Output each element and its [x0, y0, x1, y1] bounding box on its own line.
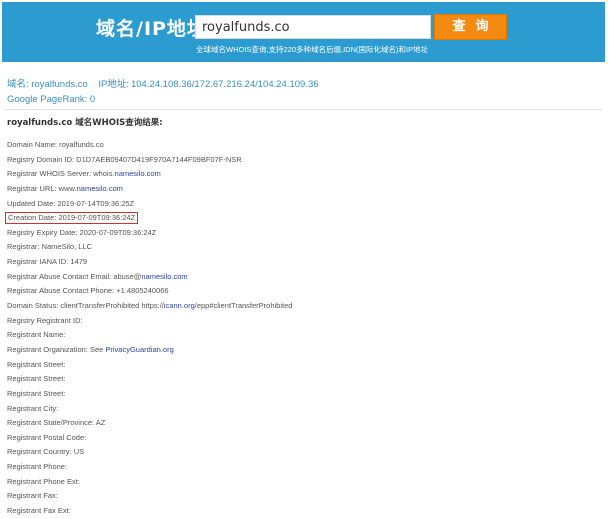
whois-record-text: Registrant Phone Ext:	[7, 476, 80, 486]
whois-record-row: Registrar Abuse Contact Phone: +1.480524…	[7, 284, 292, 299]
whois-record-text: Domain Status: clientTransferProhibited …	[7, 301, 164, 311]
whois-record-text: Domain Name: royalfunds.co	[7, 140, 104, 149]
whois-record-text: Registrar Abuse Contact Email: abuse@	[7, 271, 142, 281]
whois-record-link[interactable]: icann.org	[164, 301, 195, 310]
whois-record-text: Registrant Name:	[7, 330, 66, 340]
whois-record-text: Registry Registrant ID:	[7, 315, 83, 325]
query-button[interactable]: 查询	[434, 14, 507, 40]
whois-record-row: Registrant Phone Ext:	[7, 475, 292, 490]
whois-record-row: Registrant Fax Ext:	[7, 504, 292, 519]
whois-record-row: Registrar WHOIS Server: whois.namesilo.c…	[7, 167, 292, 182]
whois-record-row: Registrar Abuse Contact Email: abuse@nam…	[7, 270, 292, 285]
whois-record-row: Registrant Fax:	[7, 489, 292, 504]
whois-record-row: Registry Expiry Date: 2020-07-09T09:36:2…	[7, 226, 292, 241]
domain-label: 域名:	[7, 79, 29, 90]
whois-record-link[interactable]: namesilo.com	[115, 169, 161, 178]
whois-record-text: Registry Expiry Date: 2020-07-09T09:36:2…	[7, 227, 157, 237]
whois-record-text: Registrar Abuse Contact Phone: +1.480524…	[7, 286, 169, 296]
whois-record-link[interactable]: namesilo.com	[141, 272, 187, 281]
whois-record-link[interactable]: namesilo.com	[77, 184, 123, 193]
whois-record-row: Registry Domain ID: D1D7AEB09407D419F970…	[7, 153, 292, 168]
divider	[4, 109, 602, 110]
whois-record-row: Registrant Street:	[7, 372, 292, 387]
whois-record-text: Registrant Postal Code:	[7, 432, 87, 442]
ip-value[interactable]: 104.24.108.36/172.67.216.24/104.24.109.3…	[131, 79, 319, 90]
whois-record-text: Registrant Organization: See	[7, 344, 106, 354]
whois-record-row: Domain Name: royalfunds.co	[7, 138, 292, 153]
whois-record-row: Registrant State/Province: AZ	[7, 416, 292, 431]
whois-record-row: Creation Date: 2019-07-09T09:36:24Z	[5, 211, 292, 226]
creation-date-highlighted: Creation Date: 2019-07-09T09:36:24Z	[5, 212, 139, 225]
domain-value: royalfunds.co	[31, 79, 88, 90]
whois-record-text: Registrant Country: US	[7, 447, 85, 457]
whois-record-row: Registrant City:	[7, 402, 292, 417]
pagerank-label: Google PageRank:	[7, 94, 88, 105]
whois-record-row: Updated Date: 2019-07-14T09:36:25Z	[7, 197, 292, 212]
search-banner: 域名/IP地址: 查询 全球域名WHOIS查询,支持220多种域名后缀,IDN(…	[2, 2, 605, 62]
whois-record-text: Registrant Street:	[7, 374, 66, 384]
whois-record-row: Domain Status: clientTransferProhibited …	[7, 299, 292, 314]
whois-record-row: Registrant Name:	[7, 328, 292, 343]
whois-record-row: Registrar: NameSilo, LLC	[7, 240, 292, 255]
whois-record-text: Registrant City:	[7, 403, 59, 413]
whois-record-text: Registrant Street:	[7, 388, 66, 398]
whois-record-row: Registrar IANA ID: 1479	[7, 255, 292, 270]
whois-record-row: Registrant Street:	[7, 358, 292, 373]
whois-record-text: Registrar URL: www.	[7, 183, 77, 193]
whois-record-text: Registrant Phone:	[7, 462, 68, 472]
whois-record-text: Registrant Fax:	[7, 491, 58, 501]
whois-record-row: Registrant Organization: See PrivacyGuar…	[7, 343, 292, 358]
whois-record-text: Registrant Street:	[7, 359, 66, 369]
whois-records: Domain Name: royalfunds.co Registry Domai…	[5, 138, 292, 519]
whois-record-text: Registrar IANA ID: 1479	[7, 257, 88, 267]
whois-record-link[interactable]: PrivacyGuardian.org	[105, 345, 173, 354]
pagerank-value: 0	[89, 94, 96, 105]
whois-record-text: Registrar: NameSilo, LLC	[7, 242, 93, 252]
whois-record-text: Registrar WHOIS Server: whois.	[7, 169, 115, 179]
ip-label: IP地址:	[98, 79, 129, 90]
whois-record-row: Registrant Phone:	[7, 460, 292, 475]
whois-record-row: Registrant Street:	[7, 387, 292, 402]
whois-record-text: Registrant State/Province: AZ	[7, 418, 106, 428]
search-hint: 全球域名WHOIS查询,支持220多种域名后缀,IDN(国际化域名)和IP地址	[196, 45, 429, 54]
whois-record-text: Updated Date: 2019-07-14T09:36:25Z	[7, 198, 135, 208]
whois-record-text-suffix: /epp#clientTransferProhibited	[194, 301, 293, 311]
whois-record-row: Registrant Postal Code:	[7, 431, 292, 446]
whois-record-row: Registrar URL: www.namesilo.com	[7, 182, 292, 197]
domain-search-input[interactable]	[195, 15, 431, 39]
whois-record-text: Registry Domain ID: D1D7AEB09407D419F970…	[7, 154, 242, 164]
whois-record-row: Registrant Country: US	[7, 445, 292, 460]
domain-summary: 域名: royalfunds.co IP地址: 104.24.108.36/172…	[7, 77, 319, 107]
whois-result-title: royalfunds.co 域名WHOIS查询结果:	[7, 118, 163, 128]
whois-record-row: Registry Registrant ID:	[7, 314, 292, 329]
